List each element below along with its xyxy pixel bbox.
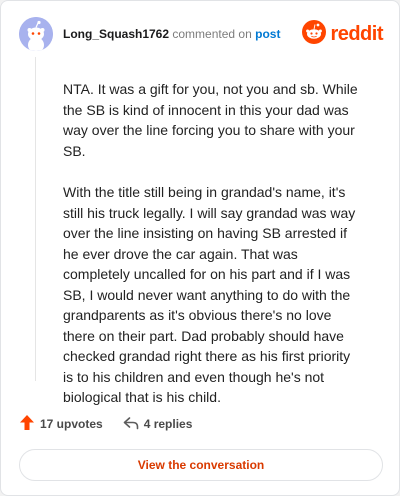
reply-count: 4 replies [143,417,193,431]
reddit-wordmark: reddit [330,22,383,45]
comment-paragraph: With the title still being in grandad's … [63,184,356,405]
upvote-button[interactable]: 17 upvotes [19,414,103,434]
post-link[interactable]: post [255,27,280,41]
snoo-avatar-icon[interactable] [19,17,53,51]
username-link[interactable]: Long_Squash1762 [63,27,169,41]
comment-paragraph: NTA. It was a gift for you, not you and … [63,81,358,159]
byline-verb: commented on [172,27,252,41]
reddit-logo[interactable]: reddit [302,19,383,49]
reply-arrow-icon [123,415,139,434]
comment-actions: 17 upvotes 4 replies [19,414,192,434]
reddit-snoo-icon [302,19,327,49]
upvote-count: 17 upvotes [40,417,103,431]
view-conversation-button[interactable]: View the conversation [19,449,383,481]
comment-body: NTA. It was a gift for you, not you and … [63,79,363,429]
byline: Long_Squash1762 commented on post [63,27,280,41]
reply-button[interactable]: 4 replies [123,415,193,434]
comment-header: Long_Squash1762 commented on post reddit [19,17,383,51]
comment-card: Long_Squash1762 commented on post reddit [0,0,400,496]
upvote-arrow-icon [19,414,35,434]
thread-line [35,57,36,381]
